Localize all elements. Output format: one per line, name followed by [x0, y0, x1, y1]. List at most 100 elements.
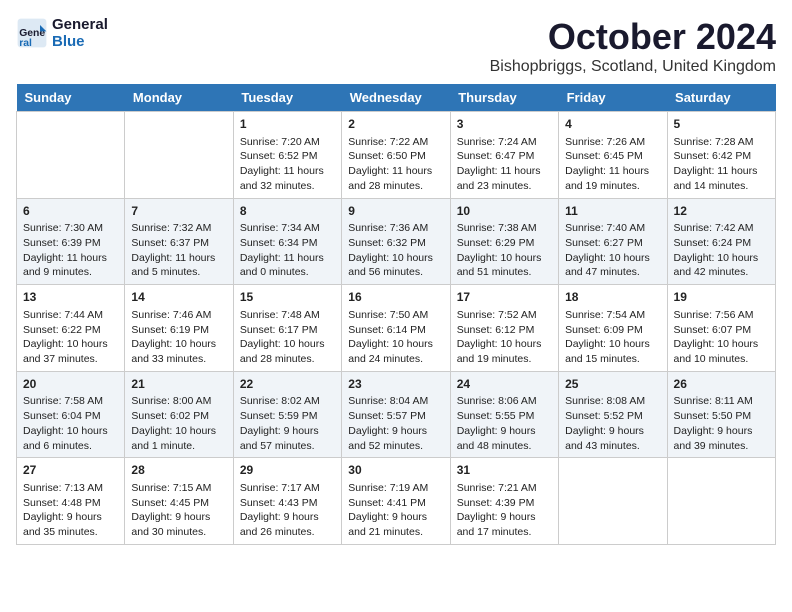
logo-line2: Blue: [52, 33, 108, 50]
day-info: Sunrise: 7:24 AM Sunset: 6:47 PM Dayligh…: [457, 135, 552, 194]
subtitle: Bishopbriggs, Scotland, United Kingdom: [490, 58, 776, 76]
day-number: 31: [457, 462, 552, 479]
day-info: Sunrise: 8:04 AM Sunset: 5:57 PM Dayligh…: [348, 394, 443, 453]
day-info: Sunrise: 8:08 AM Sunset: 5:52 PM Dayligh…: [565, 394, 660, 453]
day-number: 7: [131, 203, 226, 220]
day-info: Sunrise: 7:58 AM Sunset: 6:04 PM Dayligh…: [23, 394, 118, 453]
calendar-cell: 9Sunrise: 7:36 AM Sunset: 6:32 PM Daylig…: [342, 198, 450, 285]
header-day-tuesday: Tuesday: [233, 84, 341, 112]
day-info: Sunrise: 7:20 AM Sunset: 6:52 PM Dayligh…: [240, 135, 335, 194]
calendar-cell: 7Sunrise: 7:32 AM Sunset: 6:37 PM Daylig…: [125, 198, 233, 285]
header-day-thursday: Thursday: [450, 84, 558, 112]
week-row: 13 Sunrise: 7:44 AM Sunset: 6:22 PM Dayli…: [17, 285, 776, 372]
calendar-cell: 12Sunrise: 7:42 AM Sunset: 6:24 PM Dayli…: [667, 198, 775, 285]
calendar-cell: 11Sunrise: 7:40 AM Sunset: 6:27 PM Dayli…: [559, 198, 667, 285]
week-row: 27 Sunrise: 7:13 AM Sunset: 4:48 PM Dayli…: [17, 458, 776, 545]
day-number: 4: [565, 116, 660, 133]
day-info: Sunrise: 7:30 AM Sunset: 6:39 PM Dayligh…: [23, 221, 118, 280]
day-number: 14: [131, 289, 226, 306]
calendar-cell: [17, 112, 125, 199]
calendar-cell: 27 Sunrise: 7:13 AM Sunset: 4:48 PM Dayli…: [17, 458, 125, 545]
day-number: 19: [674, 289, 769, 306]
day-number: 1: [240, 116, 335, 133]
calendar-cell: 20Sunrise: 7:58 AM Sunset: 6:04 PM Dayli…: [17, 371, 125, 458]
calendar-table: SundayMondayTuesdayWednesdayThursdayFrid…: [16, 84, 776, 545]
header-row: SundayMondayTuesdayWednesdayThursdayFrid…: [17, 84, 776, 112]
main-title: October 2024: [490, 16, 776, 58]
calendar-cell: 16 Sunrise: 7:50 AM Sunset: 6:14 PM Dayli…: [342, 285, 450, 372]
day-info: Sunrise: 7:38 AM Sunset: 6:29 PM Dayligh…: [457, 221, 552, 280]
logo: Gene ral General Blue: [16, 16, 108, 50]
week-row: 1 Sunrise: 7:20 AM Sunset: 6:52 PM Daylig…: [17, 112, 776, 199]
day-number: 8: [240, 203, 335, 220]
day-number: 28: [131, 462, 226, 479]
day-info: Sunrise: 7:32 AM Sunset: 6:37 PM Dayligh…: [131, 221, 226, 280]
day-number: 9: [348, 203, 443, 220]
calendar-cell: 4 Sunrise: 7:26 AM Sunset: 6:45 PM Daylig…: [559, 112, 667, 199]
header-day-saturday: Saturday: [667, 84, 775, 112]
calendar-cell: 15Sunrise: 7:48 AM Sunset: 6:17 PM Dayli…: [233, 285, 341, 372]
day-info: Sunrise: 7:28 AM Sunset: 6:42 PM Dayligh…: [674, 135, 769, 194]
day-info: Sunrise: 8:11 AM Sunset: 5:50 PM Dayligh…: [674, 394, 769, 453]
calendar-cell: 31 Sunrise: 7:21 AM Sunset: 4:39 PM Dayli…: [450, 458, 558, 545]
calendar-cell: 5 Sunrise: 7:28 AM Sunset: 6:42 PM Daylig…: [667, 112, 775, 199]
header-day-sunday: Sunday: [17, 84, 125, 112]
day-number: 29: [240, 462, 335, 479]
calendar-cell: 14Sunrise: 7:46 AM Sunset: 6:19 PM Dayli…: [125, 285, 233, 372]
day-number: 13: [23, 289, 118, 306]
day-info: Sunrise: 7:15 AM Sunset: 4:45 PM Dayligh…: [131, 481, 226, 540]
calendar-cell: 6Sunrise: 7:30 AM Sunset: 6:39 PM Daylig…: [17, 198, 125, 285]
calendar-cell: 13 Sunrise: 7:44 AM Sunset: 6:22 PM Dayli…: [17, 285, 125, 372]
day-info: Sunrise: 7:50 AM Sunset: 6:14 PM Dayligh…: [348, 308, 443, 367]
calendar-cell: 30Sunrise: 7:19 AM Sunset: 4:41 PM Dayli…: [342, 458, 450, 545]
calendar-cell: 23Sunrise: 8:04 AM Sunset: 5:57 PM Dayli…: [342, 371, 450, 458]
calendar-cell: [559, 458, 667, 545]
day-info: Sunrise: 8:02 AM Sunset: 5:59 PM Dayligh…: [240, 394, 335, 453]
calendar-cell: 29 Sunrise: 7:17 AM Sunset: 4:43 PM Dayli…: [233, 458, 341, 545]
week-row: 6Sunrise: 7:30 AM Sunset: 6:39 PM Daylig…: [17, 198, 776, 285]
calendar-cell: 1 Sunrise: 7:20 AM Sunset: 6:52 PM Daylig…: [233, 112, 341, 199]
week-row: 20Sunrise: 7:58 AM Sunset: 6:04 PM Dayli…: [17, 371, 776, 458]
day-info: Sunrise: 7:21 AM Sunset: 4:39 PM Dayligh…: [457, 481, 552, 540]
calendar-cell: 19Sunrise: 7:56 AM Sunset: 6:07 PM Dayli…: [667, 285, 775, 372]
day-info: Sunrise: 7:42 AM Sunset: 6:24 PM Dayligh…: [674, 221, 769, 280]
day-info: Sunrise: 7:54 AM Sunset: 6:09 PM Dayligh…: [565, 308, 660, 367]
day-number: 22: [240, 376, 335, 393]
calendar-cell: [125, 112, 233, 199]
logo-icon: Gene ral: [16, 17, 48, 49]
calendar-cell: 2 Sunrise: 7:22 AM Sunset: 6:50 PM Daylig…: [342, 112, 450, 199]
day-info: Sunrise: 7:36 AM Sunset: 6:32 PM Dayligh…: [348, 221, 443, 280]
calendar-cell: 3 Sunrise: 7:24 AM Sunset: 6:47 PM Daylig…: [450, 112, 558, 199]
day-info: Sunrise: 7:44 AM Sunset: 6:22 PM Dayligh…: [23, 308, 118, 367]
title-block: October 2024 Bishopbriggs, Scotland, Uni…: [490, 16, 776, 76]
header-day-wednesday: Wednesday: [342, 84, 450, 112]
day-number: 12: [674, 203, 769, 220]
day-number: 18: [565, 289, 660, 306]
day-number: 2: [348, 116, 443, 133]
header-day-monday: Monday: [125, 84, 233, 112]
day-info: Sunrise: 7:13 AM Sunset: 4:48 PM Dayligh…: [23, 481, 118, 540]
day-number: 26: [674, 376, 769, 393]
day-info: Sunrise: 7:22 AM Sunset: 6:50 PM Dayligh…: [348, 135, 443, 194]
day-number: 5: [674, 116, 769, 133]
day-number: 27: [23, 462, 118, 479]
day-info: Sunrise: 7:26 AM Sunset: 6:45 PM Dayligh…: [565, 135, 660, 194]
calendar-cell: 28 Sunrise: 7:15 AM Sunset: 4:45 PM Dayli…: [125, 458, 233, 545]
day-number: 11: [565, 203, 660, 220]
page-header: Gene ral General Blue October 2024 Bisho…: [16, 16, 776, 76]
calendar-cell: 25Sunrise: 8:08 AM Sunset: 5:52 PM Dayli…: [559, 371, 667, 458]
calendar-cell: 24Sunrise: 8:06 AM Sunset: 5:55 PM Dayli…: [450, 371, 558, 458]
day-info: Sunrise: 7:40 AM Sunset: 6:27 PM Dayligh…: [565, 221, 660, 280]
day-number: 3: [457, 116, 552, 133]
day-info: Sunrise: 7:19 AM Sunset: 4:41 PM Dayligh…: [348, 481, 443, 540]
day-number: 24: [457, 376, 552, 393]
day-number: 17: [457, 289, 552, 306]
day-number: 21: [131, 376, 226, 393]
calendar-cell: 21Sunrise: 8:00 AM Sunset: 6:02 PM Dayli…: [125, 371, 233, 458]
day-number: 16: [348, 289, 443, 306]
calendar-cell: 10Sunrise: 7:38 AM Sunset: 6:29 PM Dayli…: [450, 198, 558, 285]
day-info: Sunrise: 7:17 AM Sunset: 4:43 PM Dayligh…: [240, 481, 335, 540]
day-info: Sunrise: 8:06 AM Sunset: 5:55 PM Dayligh…: [457, 394, 552, 453]
day-number: 20: [23, 376, 118, 393]
day-info: Sunrise: 7:52 AM Sunset: 6:12 PM Dayligh…: [457, 308, 552, 367]
